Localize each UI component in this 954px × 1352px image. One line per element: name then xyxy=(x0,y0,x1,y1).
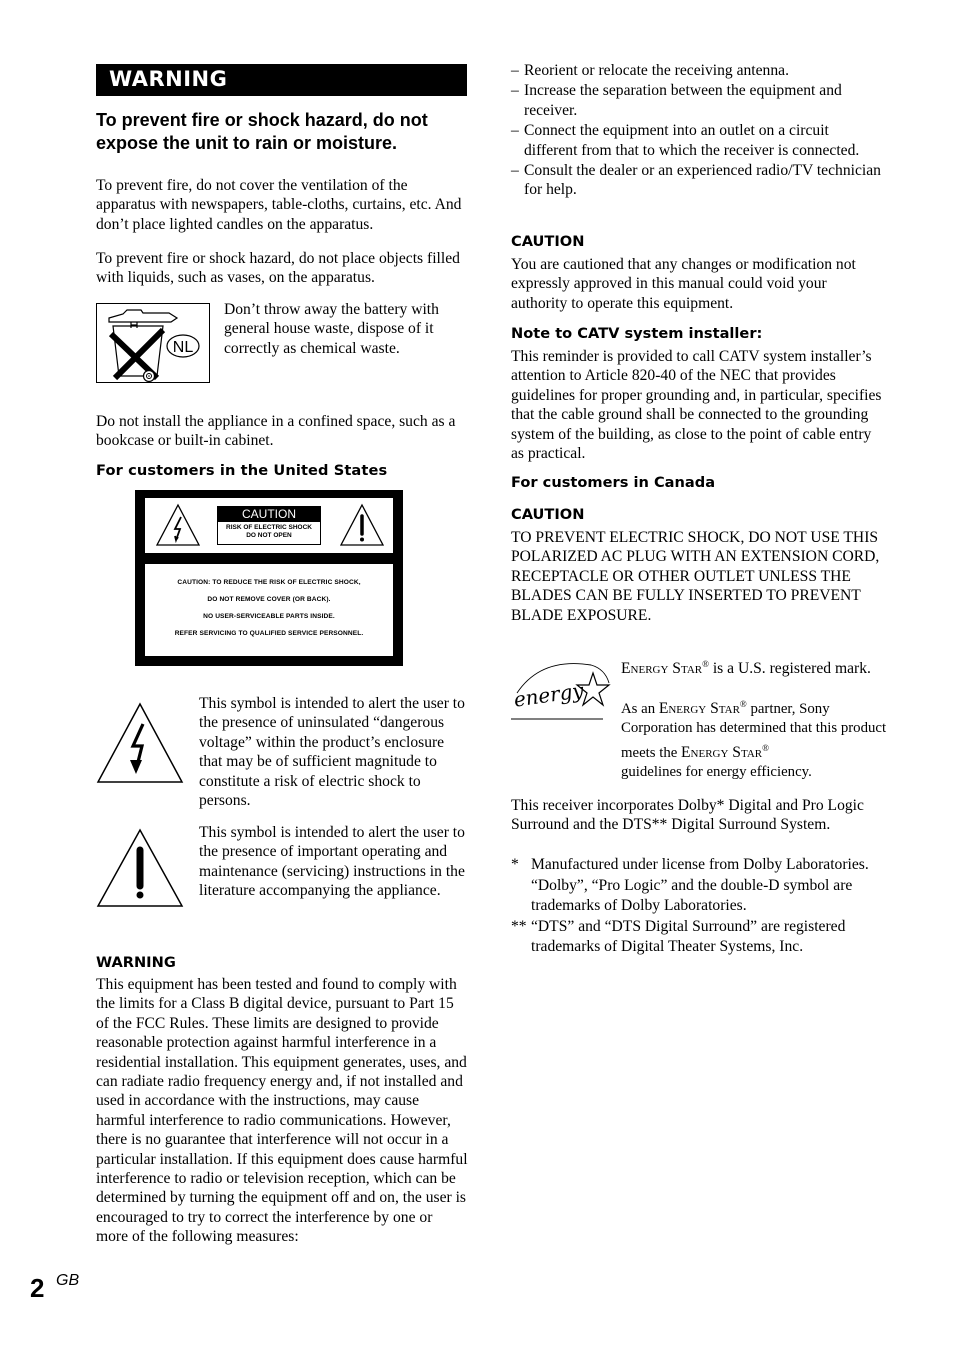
caution-label-top: CAUTION RISK OF ELECTRIC SHOCK DO NOT OP… xyxy=(145,498,393,553)
list-item-text: Reorient or relocate the receiving anten… xyxy=(524,62,789,79)
dash-bullet: – xyxy=(511,162,519,180)
footnote: * Manufactured under license from Dolby … xyxy=(511,855,886,874)
battery-paragraph: Don’t throw away the battery with genera… xyxy=(224,301,439,357)
voltage-symbol-paragraph: This symbol is intended to alert the use… xyxy=(199,695,465,810)
energy-star-partner-paragraph: As an Energy Star® partner, Sony Corpora… xyxy=(621,695,889,783)
us-customers-heading: For customers in the United States xyxy=(96,462,388,479)
catv-heading: Note to CATV system installer: xyxy=(511,325,763,342)
caution-line: DO NOT REMOVE COVER (OR BACK). xyxy=(207,596,331,603)
dash-bullet: – xyxy=(511,62,519,79)
page-number: 2 xyxy=(30,1273,45,1303)
energy-para1-tail: is a U.S. registered mark. xyxy=(708,660,871,678)
caution-label-bottom: CAUTION: TO REDUCE THE RISK OF ELECTRIC … xyxy=(145,564,393,656)
canada-customers-heading: For customers in Canada xyxy=(511,474,716,491)
energy-star-logo: energy xyxy=(511,663,611,720)
list-item: – Consult the dealer or an experienced r… xyxy=(511,161,886,200)
caution-title-box: CAUTION RISK OF ELECTRIC SHOCK DO NOT OP… xyxy=(217,506,321,545)
footnote-mark: ** xyxy=(511,918,527,936)
dash-bullet: – xyxy=(511,122,519,140)
warning-banner-title: WARNING xyxy=(109,67,228,91)
footnotes: * Manufactured under license from Dolby … xyxy=(511,855,886,956)
page-region-suffix: GB xyxy=(56,1272,80,1289)
registered-mark: ® xyxy=(739,699,747,709)
footnote-text: Manufactured under license from Dolby La… xyxy=(531,856,869,873)
caution-subtitle: RISK OF ELECTRIC SHOCK DO NOT OPEN xyxy=(218,524,320,540)
warning-banner: WARNING xyxy=(96,64,467,96)
liquids-paragraph: To prevent fire or shock hazard, do not … xyxy=(96,250,460,287)
dolby-dts-paragraph: This receiver incorporates Dolby* Digita… xyxy=(511,797,864,834)
caution-line: NO USER-SERVICEABLE PARTS INSIDE. xyxy=(203,613,335,620)
battery-disposal-symbol: NL xyxy=(96,303,210,383)
energy-star-brand: Energy Star xyxy=(658,699,740,717)
energy-logo-text: energy xyxy=(512,678,586,712)
important-instructions-icon xyxy=(96,828,184,907)
energy-para2-tail: guidelines for energy efficiency. xyxy=(621,764,812,781)
list-item: – Reorient or relocate the receiving ant… xyxy=(511,61,886,80)
confined-space-paragraph: Do not install the appliance in a confin… xyxy=(96,413,456,450)
caution-label-graphic: CAUTION RISK OF ELECTRIC SHOCK DO NOT OP… xyxy=(135,490,403,666)
crossed-out-bin-icon: NL xyxy=(108,309,200,383)
caution-heading: CAUTION xyxy=(511,233,585,250)
registered-mark: ® xyxy=(762,742,769,753)
caution-modification-paragraph: You are cautioned that any changes or mo… xyxy=(511,256,856,312)
energy-para2-head: As an xyxy=(621,700,659,717)
footnote-text: “DTS” and “DTS Digital Surround” are reg… xyxy=(531,918,846,955)
footnote: ** “DTS” and “DTS Digital Surround” are … xyxy=(511,917,886,956)
canada-caution-paragraph: TO PREVENT ELECTRIC SHOCK, DO NOT USE TH… xyxy=(511,529,880,624)
footnote-subtext: “Dolby”, “Pro Logic” and the double-D sy… xyxy=(531,877,853,914)
lightning-warning-icon xyxy=(155,503,201,546)
list-item-text: Increase the separation between the equi… xyxy=(524,82,842,119)
dangerous-voltage-icon xyxy=(96,702,184,783)
list-item-text: Connect the equipment into an outlet on … xyxy=(524,122,860,159)
nl-badge: NL xyxy=(173,339,194,356)
dash-bullet: – xyxy=(511,82,519,100)
exclamation-symbol-paragraph: This symbol is intended to alert the use… xyxy=(199,824,465,900)
energy-star-brand: Energy Star xyxy=(621,660,703,678)
exclamation-warning-icon xyxy=(339,503,385,546)
canada-caution-heading: CAUTION xyxy=(511,506,585,523)
caution-line: REFER SERVICING TO QUALIFIED SERVICE PER… xyxy=(174,630,364,637)
interference-measures-list: – Reorient or relocate the receiving ant… xyxy=(511,61,886,200)
fcc-warning-paragraph: This equipment has been tested and found… xyxy=(96,976,468,1246)
footnote-mark: * xyxy=(511,856,519,873)
main-heading: To prevent fire or shock hazard, do not … xyxy=(96,110,428,153)
registered-mark: ® xyxy=(702,659,709,669)
caution-sub-line: DO NOT OPEN xyxy=(246,532,292,539)
list-item: – Increase the separation between the eq… xyxy=(511,81,886,120)
catv-paragraph: This reminder is provided to call CATV s… xyxy=(511,348,882,463)
caution-title: CAUTION xyxy=(218,507,320,522)
energy-star-brand: Energy Star xyxy=(681,743,763,761)
ventilation-paragraph: To prevent fire, do not cover the ventil… xyxy=(96,177,462,233)
caution-sub-line: RISK OF ELECTRIC SHOCK xyxy=(226,524,312,531)
caution-line: CAUTION: TO REDUCE THE RISK OF ELECTRIC … xyxy=(177,579,361,586)
list-item-text: Consult the dealer or an experienced rad… xyxy=(524,162,881,199)
fcc-warning-heading: WARNING xyxy=(96,954,176,971)
energy-star-registered-paragraph: Energy Star® is a U.S. registered mark. xyxy=(621,655,889,679)
list-item: – Connect the equipment into an outlet o… xyxy=(511,121,886,160)
